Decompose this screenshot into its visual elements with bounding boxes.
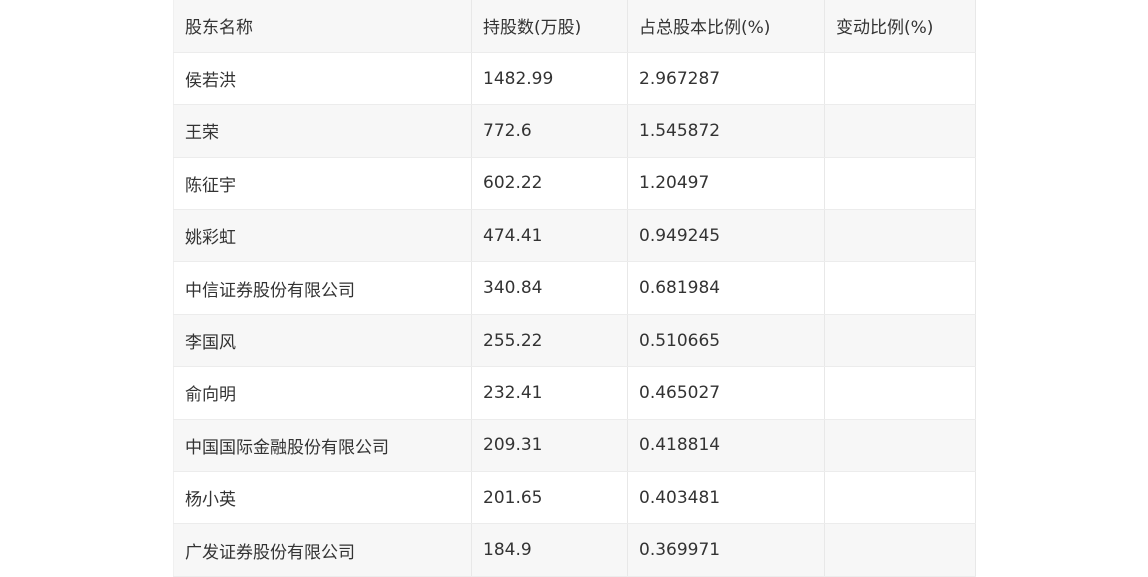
- cell-change-ratio: [824, 52, 976, 106]
- cell-shares-held: 474.41: [471, 209, 628, 263]
- shareholder-table: 股东名称 持股数(万股) 占总股本比例(%) 变动比例(%) 侯若洪 1482.…: [173, 0, 976, 577]
- cell-shares-held: 255.22: [471, 314, 628, 368]
- table-row: 李国风 255.22 0.510665: [173, 314, 976, 368]
- cell-shares-held: 1482.99: [471, 52, 628, 106]
- cell-change-ratio: [824, 157, 976, 211]
- cell-share-ratio: 0.465027: [627, 366, 825, 420]
- header-shareholder-name: 股东名称: [173, 0, 472, 53]
- cell-shares-held: 602.22: [471, 157, 628, 211]
- table-row: 杨小英 201.65 0.403481: [173, 471, 976, 525]
- table-header-row: 股东名称 持股数(万股) 占总股本比例(%) 变动比例(%): [173, 0, 976, 53]
- cell-share-ratio: 0.949245: [627, 209, 825, 263]
- cell-change-ratio: [824, 419, 976, 473]
- cell-change-ratio: [824, 209, 976, 263]
- cell-share-ratio: 0.403481: [627, 471, 825, 525]
- cell-shares-held: 232.41: [471, 366, 628, 420]
- cell-shareholder-name: 陈征宇: [173, 157, 472, 211]
- cell-share-ratio: 2.967287: [627, 52, 825, 106]
- shareholder-table-container: 股东名称 持股数(万股) 占总股本比例(%) 变动比例(%) 侯若洪 1482.…: [173, 0, 976, 577]
- cell-shareholder-name: 广发证券股份有限公司: [173, 523, 472, 577]
- cell-change-ratio: [824, 366, 976, 420]
- cell-shareholder-name: 王荣: [173, 104, 472, 158]
- cell-share-ratio: 0.418814: [627, 419, 825, 473]
- cell-shares-held: 772.6: [471, 104, 628, 158]
- cell-shareholder-name: 俞向明: [173, 366, 472, 420]
- cell-share-ratio: 0.369971: [627, 523, 825, 577]
- cell-shares-held: 340.84: [471, 261, 628, 315]
- cell-shareholder-name: 侯若洪: [173, 52, 472, 106]
- table-row: 广发证券股份有限公司 184.9 0.369971: [173, 523, 976, 577]
- cell-share-ratio: 0.510665: [627, 314, 825, 368]
- header-shares-held: 持股数(万股): [471, 0, 628, 53]
- cell-change-ratio: [824, 471, 976, 525]
- cell-share-ratio: 0.681984: [627, 261, 825, 315]
- cell-shares-held: 201.65: [471, 471, 628, 525]
- header-share-ratio: 占总股本比例(%): [627, 0, 825, 53]
- cell-change-ratio: [824, 314, 976, 368]
- cell-shareholder-name: 姚彩虹: [173, 209, 472, 263]
- cell-change-ratio: [824, 523, 976, 577]
- table-row: 俞向明 232.41 0.465027: [173, 366, 976, 420]
- table-row: 侯若洪 1482.99 2.967287: [173, 52, 976, 106]
- header-change-ratio: 变动比例(%): [824, 0, 976, 53]
- cell-shares-held: 184.9: [471, 523, 628, 577]
- table-row: 王荣 772.6 1.545872: [173, 104, 976, 158]
- cell-shares-held: 209.31: [471, 419, 628, 473]
- cell-change-ratio: [824, 104, 976, 158]
- cell-shareholder-name: 李国风: [173, 314, 472, 368]
- table-row: 姚彩虹 474.41 0.949245: [173, 209, 976, 263]
- table-row: 陈征宇 602.22 1.20497: [173, 157, 976, 211]
- cell-shareholder-name: 杨小英: [173, 471, 472, 525]
- table-row: 中信证券股份有限公司 340.84 0.681984: [173, 261, 976, 315]
- cell-change-ratio: [824, 261, 976, 315]
- cell-share-ratio: 1.545872: [627, 104, 825, 158]
- cell-shareholder-name: 中信证券股份有限公司: [173, 261, 472, 315]
- table-row: 中国国际金融股份有限公司 209.31 0.418814: [173, 419, 976, 473]
- cell-shareholder-name: 中国国际金融股份有限公司: [173, 419, 472, 473]
- cell-share-ratio: 1.20497: [627, 157, 825, 211]
